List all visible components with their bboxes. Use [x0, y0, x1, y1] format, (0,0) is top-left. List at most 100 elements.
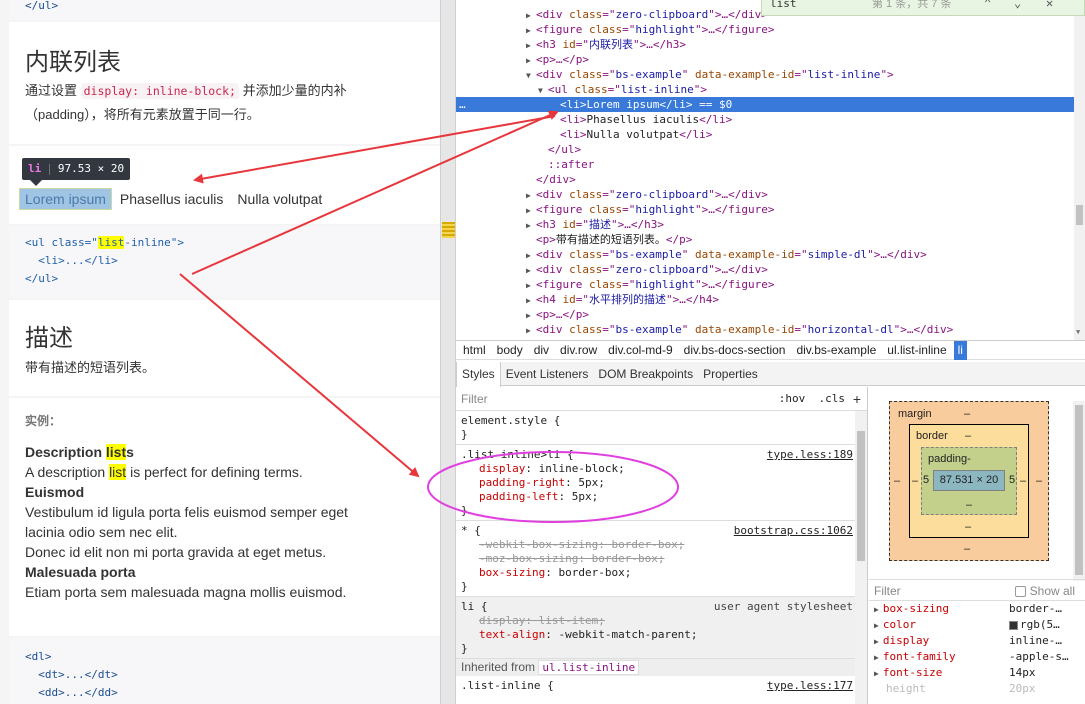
- expand-triangle-icon[interactable]: ▶: [526, 203, 536, 218]
- css-value[interactable]: : 5px;: [558, 490, 598, 503]
- dom-node-row[interactable]: ▶ <figure class="highlight">…</figure>: [456, 277, 1074, 292]
- find-input[interactable]: list: [770, 0, 797, 11]
- css-property[interactable]: display: [479, 614, 525, 627]
- breadcrumb-item[interactable]: ul.list-inline: [883, 341, 950, 360]
- elements-scrollbar[interactable]: ▲▼: [1074, 0, 1085, 340]
- dom-node-row[interactable]: ::after: [456, 157, 1074, 172]
- inherited-from-link[interactable]: ul.list-inline: [538, 660, 640, 675]
- dom-node-row[interactable]: ▶ <div class="zero-clipboard">…</div>: [456, 187, 1074, 202]
- css-property[interactable]: box-sizing: [479, 566, 545, 579]
- list-item[interactable]: Lorem ipsum: [19, 188, 112, 210]
- tab-styles[interactable]: Styles: [456, 362, 501, 387]
- style-rule-element[interactable]: element.style { }: [456, 411, 867, 445]
- computed-row[interactable]: ▶ font-size 14px: [869, 665, 1085, 681]
- css-declaration[interactable]: -webkit-box-sizing: border-box;: [461, 538, 862, 552]
- style-rule-universal[interactable]: * { bootstrap.css:1062 -webkit-box-sizin…: [456, 521, 867, 597]
- breadcrumb-item[interactable]: div: [530, 341, 553, 360]
- collapse-triangle-icon[interactable]: ▼: [526, 68, 536, 83]
- css-property[interactable]: -webkit-box-sizing: [479, 538, 598, 551]
- box-model-border[interactable]: border – – – – padding- 5 5 – 87.531 × 2…: [909, 424, 1029, 538]
- find-prev-icon[interactable]: ⌃: [984, 0, 991, 10]
- expand-triangle-icon[interactable]: ▶: [526, 278, 536, 293]
- hov-button[interactable]: :hov: [779, 392, 806, 405]
- expand-triangle-icon[interactable]: ▶: [874, 637, 879, 646]
- box-model-padding[interactable]: padding- 5 5 – 87.531 × 20: [921, 447, 1017, 515]
- expand-triangle-icon[interactable]: ▶: [526, 308, 536, 323]
- expand-triangle-icon[interactable]: ▶: [526, 23, 536, 38]
- list-item[interactable]: Nulla volutpat: [232, 189, 327, 209]
- expand-triangle-icon[interactable]: ▶: [526, 323, 536, 338]
- css-value[interactable]: : inline-block;: [525, 462, 624, 475]
- find-next-icon[interactable]: ⌄: [1014, 0, 1021, 10]
- breadcrumb-item[interactable]: div.row: [556, 341, 601, 360]
- computed-row[interactable]: height 20px: [869, 681, 1085, 697]
- css-value[interactable]: : border-box;: [545, 566, 631, 579]
- breadcrumb-item[interactable]: div.bs-example: [792, 341, 880, 360]
- hov-cls-toggles[interactable]: :hov .cls: [779, 387, 845, 411]
- css-property[interactable]: text-align: [479, 628, 545, 641]
- css-declaration[interactable]: -moz-box-sizing: border-box;: [461, 552, 862, 566]
- filter-input[interactable]: Filter: [461, 392, 488, 406]
- rule-source-link[interactable]: bootstrap.css:1062: [734, 524, 853, 538]
- scrollbar-thumb[interactable]: [1076, 205, 1083, 225]
- expand-triangle-icon[interactable]: ▶: [526, 263, 536, 278]
- breadcrumb-item[interactable]: div.bs-docs-section: [680, 341, 790, 360]
- css-property[interactable]: display: [479, 462, 525, 475]
- css-value[interactable]: : border-box;: [578, 552, 664, 565]
- dom-node-row[interactable]: <p>带有描述的短语列表。</p>: [456, 232, 1074, 247]
- cls-button[interactable]: .cls: [819, 392, 846, 405]
- css-value[interactable]: : 5px;: [565, 476, 605, 489]
- expand-triangle-icon[interactable]: ▶: [526, 188, 536, 203]
- find-bar[interactable]: list 第 1 条，共 7 条 ⌃ ⌄ ✕: [761, 0, 1085, 16]
- css-value[interactable]: : list-item;: [525, 614, 604, 627]
- expand-triangle-icon[interactable]: ▶: [526, 53, 536, 68]
- css-property[interactable]: padding-left: [479, 490, 558, 503]
- dom-node-row[interactable]: </div>: [456, 172, 1074, 187]
- show-all-checkbox[interactable]: Show all: [1014, 580, 1075, 602]
- dom-node-row[interactable]: <li>Nulla volutpat</li>: [456, 127, 1074, 142]
- css-declaration[interactable]: display: inline-block;: [461, 462, 862, 476]
- tab-event-listeners[interactable]: Event Listeners: [501, 362, 594, 386]
- expand-triangle-icon[interactable]: ▶: [874, 621, 879, 630]
- dom-node-row[interactable]: ▶ <figure class="highlight">…</figure>: [456, 202, 1074, 217]
- css-declaration[interactable]: padding-right: 5px;: [461, 476, 862, 490]
- css-value[interactable]: : -webkit-match-parent;: [545, 628, 697, 641]
- computed-row[interactable]: ▶ display inline-…: [869, 633, 1085, 649]
- breadcrumb-item[interactable]: body: [493, 341, 527, 360]
- dom-node-row[interactable]: ▶ <div class="zero-clipboard">…</div>: [456, 262, 1074, 277]
- css-declaration[interactable]: box-sizing: border-box;: [461, 566, 862, 580]
- metrics-scrollbar[interactable]: [1073, 401, 1085, 581]
- dom-node-row[interactable]: <li>Phasellus iaculis</li>: [456, 112, 1074, 127]
- dom-node-row[interactable]: ▶ <div class="bs-example" data-example-id…: [456, 322, 1074, 337]
- dom-node-row[interactable]: </ul>: [456, 142, 1074, 157]
- tab-dom-breakpoints[interactable]: DOM Breakpoints: [593, 362, 698, 386]
- css-declaration[interactable]: text-align: -webkit-match-parent;: [461, 628, 862, 642]
- css-value[interactable]: : border-box;: [598, 538, 684, 551]
- dom-node-row[interactable]: ▶ <figure class="highlight">…</figure>: [456, 22, 1074, 37]
- style-rule-list-inline[interactable]: .list-inline { type.less:177: [456, 676, 867, 695]
- color-swatch-icon[interactable]: [1009, 620, 1018, 630]
- checkbox-icon[interactable]: [1014, 586, 1026, 598]
- rule-source-link[interactable]: type.less:189: [767, 448, 853, 462]
- scroll-down-icon[interactable]: ▼: [1076, 328, 1080, 336]
- expand-triangle-icon[interactable]: ▶: [526, 38, 536, 53]
- tab-properties[interactable]: Properties: [698, 362, 763, 386]
- dom-node-row[interactable]: … <li>Lorem ipsum</li> == $0: [456, 97, 1074, 112]
- add-rule-icon[interactable]: +: [853, 387, 861, 411]
- scrollbar-thumb[interactable]: [1075, 405, 1083, 575]
- expand-triangle-icon[interactable]: ▶: [874, 653, 879, 662]
- expand-triangle-icon[interactable]: ▶: [526, 218, 536, 233]
- close-icon[interactable]: ✕: [1046, 0, 1053, 10]
- computed-row[interactable]: ▶ font-family -apple-s…: [869, 649, 1085, 665]
- dom-node-row[interactable]: ▶ <p>…</p>: [456, 307, 1074, 322]
- dom-node-row[interactable]: ▼ <div class="bs-example" data-example-id…: [456, 67, 1074, 82]
- css-declaration[interactable]: padding-left: 5px;: [461, 490, 862, 504]
- css-property[interactable]: padding-right: [479, 476, 565, 489]
- style-rule-list-inline-li[interactable]: .list-inline>li { type.less:189 display:…: [456, 445, 867, 521]
- breadcrumb-item[interactable]: div.col-md-9: [604, 341, 676, 360]
- expand-triangle-icon[interactable]: ▶: [874, 669, 879, 678]
- css-property[interactable]: -moz-box-sizing: [479, 552, 578, 565]
- dom-node-row[interactable]: ▶ <h4 id="水平排列的描述">…</h4>: [456, 292, 1074, 307]
- expand-triangle-icon[interactable]: ▶: [526, 8, 536, 23]
- dom-node-row[interactable]: ▶ <h3 id="描述">…</h3>: [456, 217, 1074, 232]
